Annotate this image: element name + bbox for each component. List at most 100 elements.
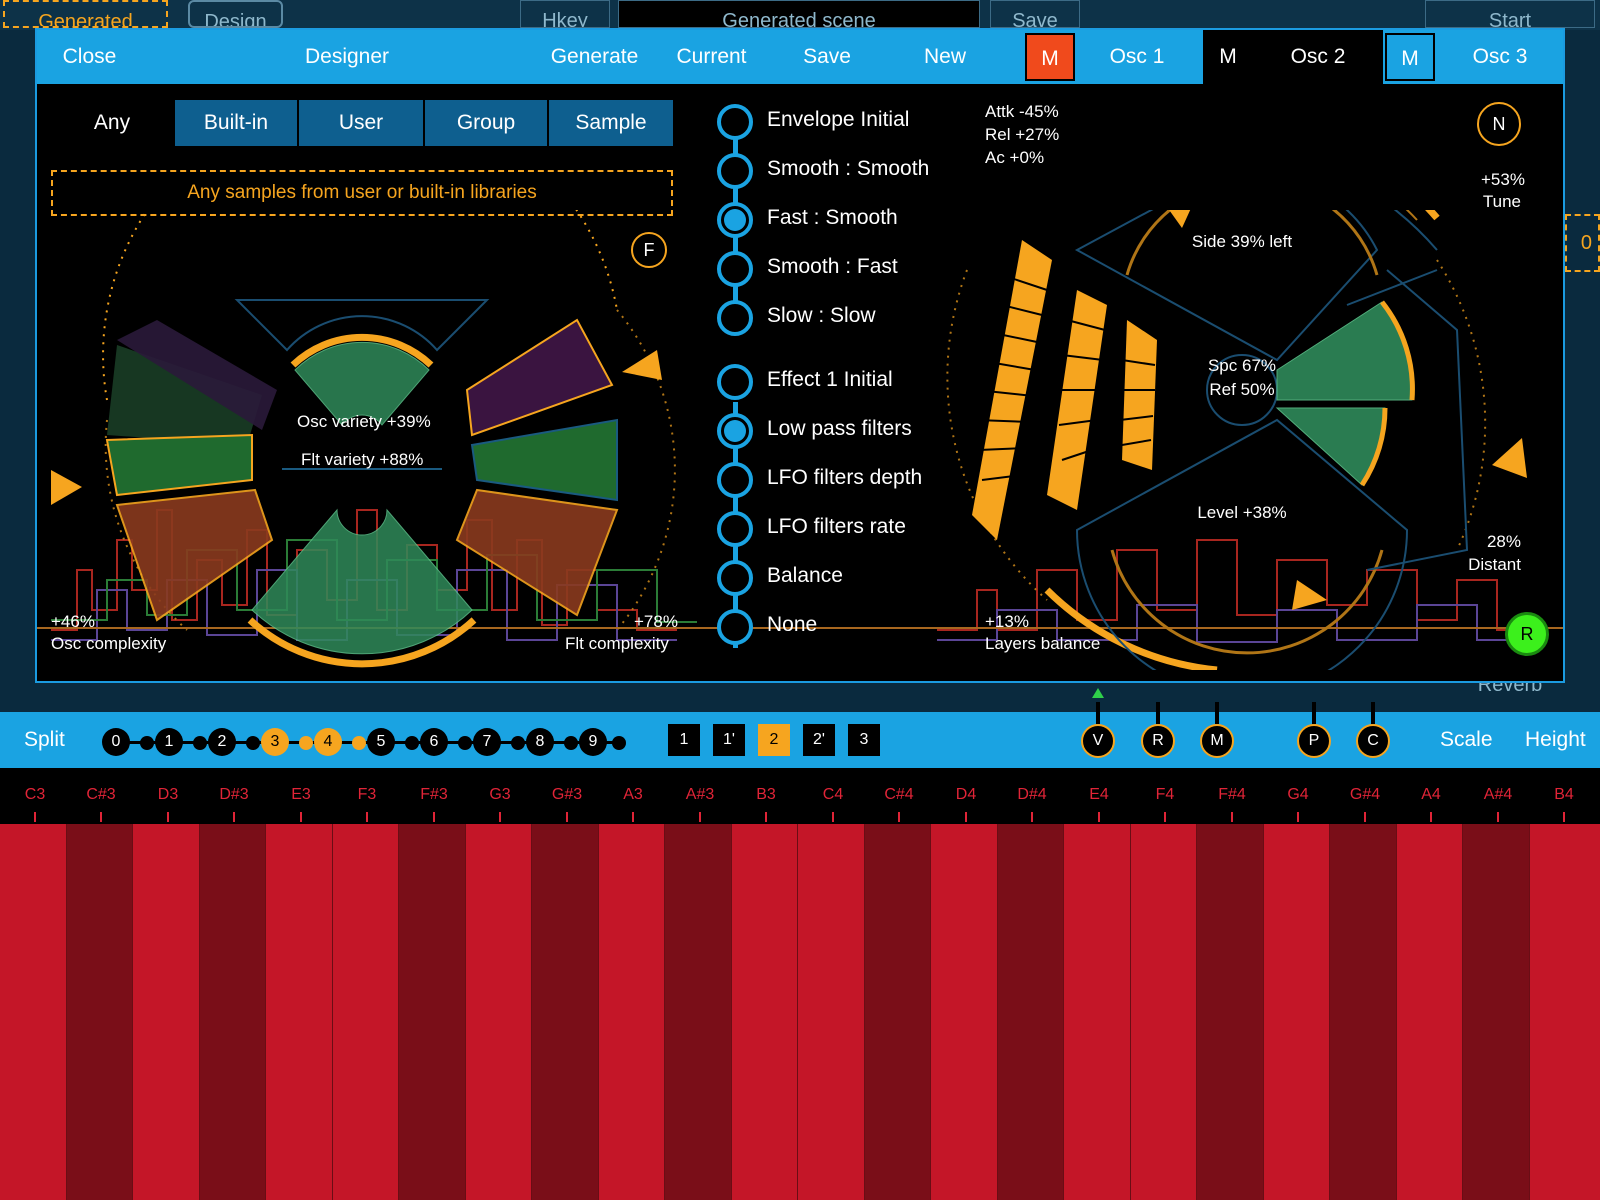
option-effect1-initial[interactable]: Effect 1 Initial bbox=[717, 362, 977, 402]
bg-generated-tab[interactable]: Generated bbox=[3, 0, 168, 28]
split-step[interactable] bbox=[612, 736, 626, 750]
tab-user[interactable]: User bbox=[299, 100, 423, 146]
new-button[interactable]: New bbox=[895, 30, 995, 84]
bg-start-tab[interactable]: Start bbox=[1425, 0, 1595, 28]
key-f3[interactable] bbox=[333, 824, 399, 1200]
r-button[interactable]: R bbox=[1505, 612, 1549, 656]
generate-button[interactable]: Generate bbox=[537, 30, 652, 84]
split-point-4[interactable]: 4 bbox=[314, 728, 342, 756]
key-cs4[interactable] bbox=[865, 824, 931, 1200]
key-as3[interactable] bbox=[665, 824, 732, 1200]
left-pointer-icon[interactable] bbox=[51, 470, 82, 505]
key-e4[interactable] bbox=[1064, 824, 1131, 1200]
layer-2-button[interactable]: 2 bbox=[758, 724, 790, 756]
split-step[interactable] bbox=[299, 736, 313, 750]
split-point-8[interactable]: 8 bbox=[526, 728, 554, 756]
option-balance[interactable]: Balance bbox=[717, 558, 977, 598]
level-pointer-icon[interactable] bbox=[1292, 580, 1327, 610]
option-smooth-fast[interactable]: Smooth : Fast bbox=[717, 249, 977, 289]
split-step[interactable] bbox=[140, 736, 154, 750]
c-mod-button[interactable]: C bbox=[1356, 724, 1390, 758]
triangle-up-icon bbox=[1092, 688, 1104, 698]
split-point-2[interactable]: 2 bbox=[208, 728, 236, 756]
right-pointer-icon[interactable] bbox=[622, 350, 662, 380]
osc1-mute-button[interactable]: M bbox=[1025, 33, 1075, 81]
note-label: A#4 bbox=[1483, 786, 1513, 803]
split-point-1[interactable]: 1 bbox=[155, 728, 183, 756]
osc3-mute-button[interactable]: M bbox=[1385, 33, 1435, 81]
key-as4[interactable] bbox=[1463, 824, 1530, 1200]
key-gs4[interactable] bbox=[1330, 824, 1397, 1200]
key-cs3[interactable] bbox=[67, 824, 133, 1200]
split-point-6[interactable]: 6 bbox=[420, 728, 448, 756]
option-smooth-smooth[interactable]: Smooth : Smooth bbox=[717, 151, 977, 191]
f-button[interactable]: F bbox=[631, 232, 667, 268]
current-button[interactable]: Current bbox=[659, 30, 764, 84]
key-d3[interactable] bbox=[133, 824, 200, 1200]
close-button[interactable]: Close bbox=[37, 30, 142, 84]
key-ds4[interactable] bbox=[998, 824, 1064, 1200]
r-mod-button[interactable]: R bbox=[1141, 724, 1175, 758]
key-fs4[interactable] bbox=[1197, 824, 1264, 1200]
p-mod-button[interactable]: P bbox=[1297, 724, 1331, 758]
split-point-9[interactable]: 9 bbox=[579, 728, 607, 756]
left-variety-dial[interactable] bbox=[51, 210, 676, 668]
scale-button[interactable]: Scale bbox=[1440, 712, 1493, 768]
split-point-5[interactable]: 5 bbox=[367, 728, 395, 756]
height-button[interactable]: Height bbox=[1525, 712, 1586, 768]
tune-pointer-icon[interactable] bbox=[1492, 438, 1527, 478]
layer-1-button[interactable]: 1 bbox=[668, 724, 700, 756]
osc1-tab[interactable]: Osc 1 bbox=[1077, 30, 1197, 84]
key-a3[interactable] bbox=[599, 824, 665, 1200]
tab-any[interactable]: Any bbox=[51, 100, 173, 146]
option-fast-smooth[interactable]: Fast : Smooth bbox=[717, 200, 977, 240]
option-none[interactable]: None bbox=[717, 607, 977, 647]
key-f4[interactable] bbox=[1131, 824, 1197, 1200]
layer-1-prime-button[interactable]: 1' bbox=[713, 724, 745, 756]
m-mod-button[interactable]: M bbox=[1200, 724, 1234, 758]
osc2-mute-button[interactable]: M bbox=[1203, 33, 1253, 81]
option-envelope-initial[interactable]: Envelope Initial bbox=[717, 102, 977, 142]
key-c4[interactable] bbox=[798, 824, 865, 1200]
split-step[interactable] bbox=[246, 736, 260, 750]
bg-scene-name[interactable]: Generated scene bbox=[618, 0, 980, 28]
option-lfo-filters-rate[interactable]: LFO filters rate bbox=[717, 509, 977, 549]
option-slow-slow[interactable]: Slow : Slow bbox=[717, 298, 977, 338]
layer-3-button[interactable]: 3 bbox=[848, 724, 880, 756]
key-b3[interactable] bbox=[732, 824, 798, 1200]
key-gs3[interactable] bbox=[532, 824, 599, 1200]
key-d4[interactable] bbox=[931, 824, 998, 1200]
split-step[interactable] bbox=[458, 736, 472, 750]
osc3-tab[interactable]: Osc 3 bbox=[1437, 30, 1563, 84]
osc2-tab[interactable]: Osc 2 bbox=[1253, 30, 1383, 84]
level-label: Level +38% bbox=[1197, 503, 1287, 522]
tab-built-in[interactable]: Built-in bbox=[175, 100, 297, 146]
split-step[interactable] bbox=[193, 736, 207, 750]
bg-design-tab[interactable]: Design bbox=[188, 0, 283, 28]
n-button[interactable]: N bbox=[1477, 102, 1521, 146]
tab-sample[interactable]: Sample bbox=[549, 100, 673, 146]
key-b4[interactable] bbox=[1530, 824, 1600, 1200]
split-point-3[interactable]: 3 bbox=[261, 728, 289, 756]
key-ds3[interactable] bbox=[200, 824, 266, 1200]
option-lfo-filters-depth[interactable]: LFO filters depth bbox=[717, 460, 977, 500]
key-g4[interactable] bbox=[1264, 824, 1330, 1200]
bg-hkey-tab[interactable]: Hkey bbox=[520, 0, 610, 28]
split-point-0[interactable]: 0 bbox=[102, 728, 130, 756]
split-step[interactable] bbox=[511, 736, 525, 750]
save-button[interactable]: Save bbox=[777, 30, 877, 84]
option-low-pass-filters[interactable]: Low pass filters bbox=[717, 411, 977, 451]
key-c3[interactable] bbox=[0, 824, 67, 1200]
key-a4[interactable] bbox=[1397, 824, 1463, 1200]
key-e3[interactable] bbox=[266, 824, 333, 1200]
bg-save-tab[interactable]: Save bbox=[990, 0, 1080, 28]
split-step[interactable] bbox=[405, 736, 419, 750]
split-point-7[interactable]: 7 bbox=[473, 728, 501, 756]
split-step[interactable] bbox=[564, 736, 578, 750]
key-fs3[interactable] bbox=[399, 824, 466, 1200]
tab-group[interactable]: Group bbox=[425, 100, 547, 146]
split-step[interactable] bbox=[352, 736, 366, 750]
key-g3[interactable] bbox=[466, 824, 532, 1200]
velocity-mod-button[interactable]: V bbox=[1081, 724, 1115, 758]
layer-2-prime-button[interactable]: 2' bbox=[803, 724, 835, 756]
